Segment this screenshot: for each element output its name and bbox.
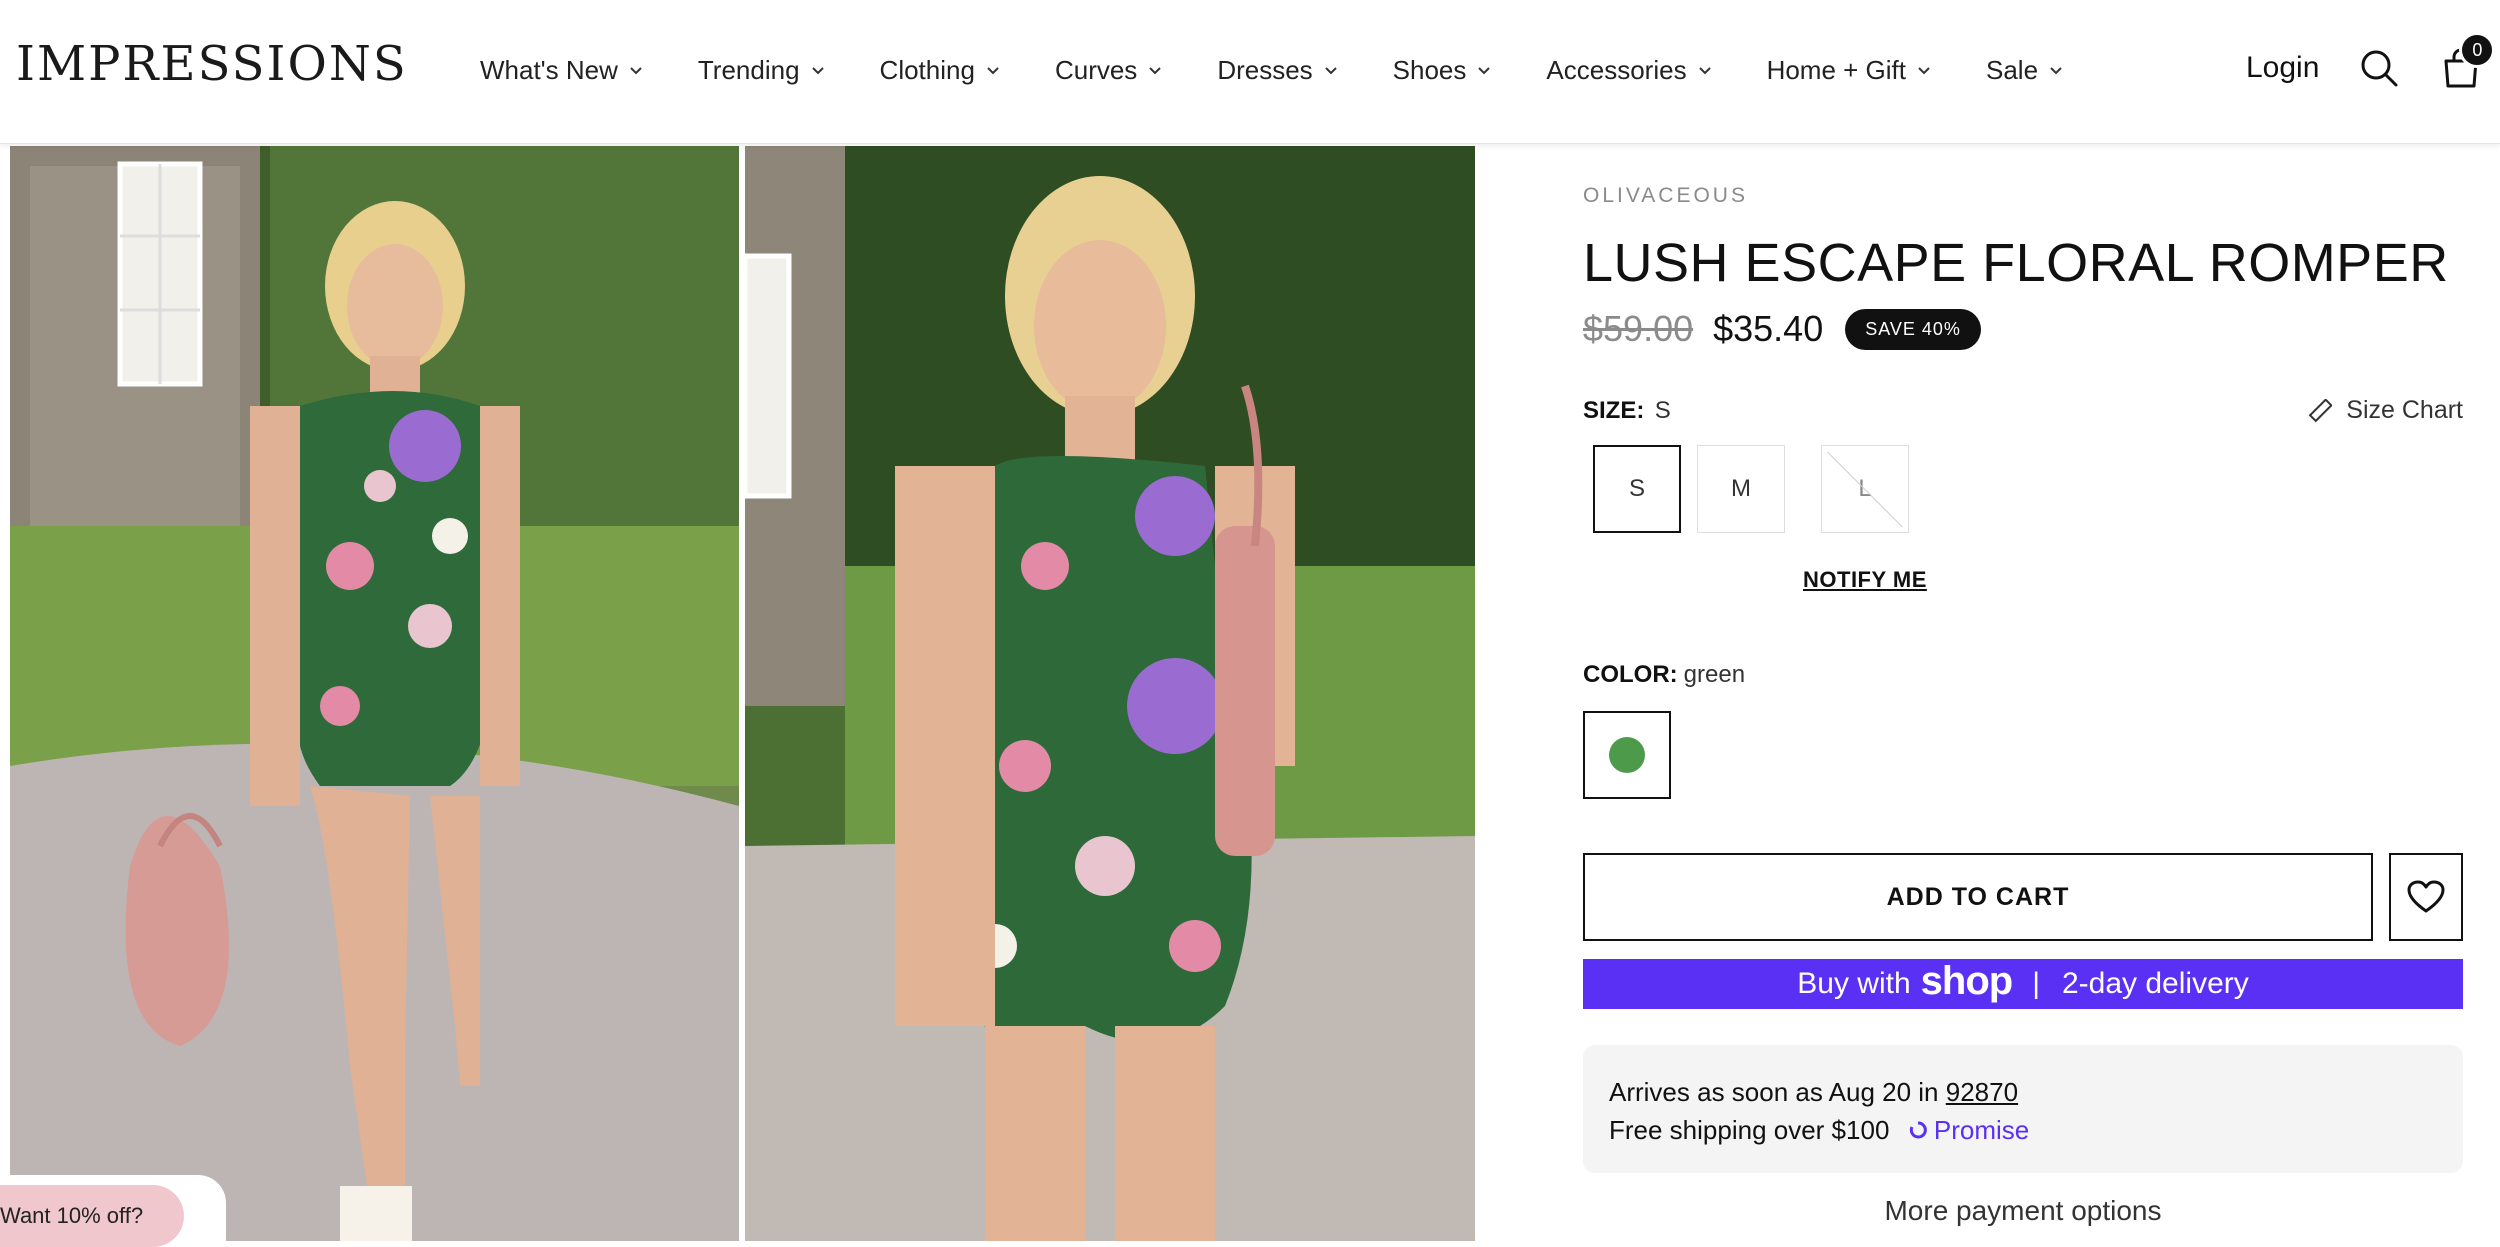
- free-shipping-text: Free shipping over $100: [1609, 1115, 1890, 1145]
- arrival-line: Arrives as soon as Aug 20 in 92870: [1609, 1073, 2437, 1111]
- nav-item-home-gift[interactable]: Home + Gift: [1767, 55, 1932, 86]
- main-nav: What's New Trending Clothing Curves Dres…: [480, 50, 2064, 90]
- cart-count-badge: 0: [2459, 32, 2496, 68]
- discount-promo-button[interactable]: Want 10% off?: [0, 1185, 184, 1247]
- nav-item-label: Dresses: [1217, 54, 1313, 85]
- color-header: COLOR: green: [1583, 661, 2463, 689]
- size-header: SIZE: S Size Chart: [1583, 396, 2463, 425]
- nav-item-sale[interactable]: Sale: [1986, 55, 2064, 86]
- ruler-icon: [2308, 398, 2333, 422]
- chevron-down-icon: [2050, 67, 2062, 75]
- product-title: LUSH ESCAPE FLORAL ROMPER: [1583, 233, 2449, 293]
- nav-item-label: What's New: [480, 54, 618, 85]
- product-image-2[interactable]: [745, 146, 1475, 1241]
- shop-pay-prefix: Buy with: [1797, 967, 1911, 1000]
- site-logo[interactable]: IMPRESSIONS: [16, 36, 408, 92]
- more-payment-options-link[interactable]: More payment options: [1583, 1195, 2463, 1227]
- discount-promo-tab: Want 10% off?: [0, 1175, 226, 1247]
- nav-item-dresses[interactable]: Dresses: [1217, 55, 1338, 86]
- nav-item-label: Curves: [1054, 54, 1138, 85]
- nav-item-shoes[interactable]: Shoes: [1393, 55, 1493, 86]
- chevron-down-icon: [811, 67, 824, 75]
- size-chart-link[interactable]: Size Chart: [2308, 396, 2463, 425]
- cart-row: ADD TO CART: [1583, 853, 2463, 941]
- arrival-text: Arrives as soon as Aug 20 in: [1609, 1077, 1939, 1107]
- selected-color-value: green: [1683, 661, 1746, 688]
- search-button[interactable]: [2355, 44, 2403, 92]
- size-option-s[interactable]: S: [1593, 445, 1681, 533]
- color-swatch-green[interactable]: [1583, 711, 1671, 799]
- login-link[interactable]: Login: [2246, 51, 2319, 85]
- wishlist-button[interactable]: [2389, 853, 2463, 941]
- chevron-down-icon: [630, 67, 642, 75]
- product-gallery: [10, 146, 1475, 1241]
- shop-pay-button[interactable]: Buy with shop | 2-day delivery: [1583, 959, 2463, 1009]
- shipping-info: Arrives as soon as Aug 20 in 92870 Free …: [1583, 1045, 2463, 1173]
- nav-item-label: Accessories: [1546, 54, 1687, 85]
- size-option-m[interactable]: M: [1697, 445, 1785, 533]
- promise-icon: [1909, 1121, 1927, 1139]
- promise-label: Promise: [1933, 1115, 2030, 1145]
- chevron-down-icon: [1324, 67, 1337, 75]
- search-icon: [2361, 50, 2398, 87]
- discount-promo-label: Want 10% off?: [0, 1203, 144, 1228]
- notify-me-link[interactable]: NOTIFY ME: [1803, 567, 2463, 593]
- add-to-cart-button[interactable]: ADD TO CART: [1583, 853, 2373, 941]
- chevron-down-icon: [1149, 67, 1162, 75]
- product-brand[interactable]: OLIVACEOUS: [1583, 184, 2463, 208]
- sale-price: $35.40: [1713, 308, 1824, 349]
- zip-code-link[interactable]: 92870: [1946, 1077, 2018, 1107]
- chevron-down-icon: [1698, 67, 1711, 75]
- save-badge: SAVE 40%: [1845, 308, 1981, 350]
- shop-promise-link[interactable]: Promise: [1909, 1115, 2030, 1145]
- size-options: S M L: [1593, 445, 2463, 533]
- nav-item-trending[interactable]: Trending: [698, 55, 826, 86]
- color-swatch-dot: [1609, 737, 1645, 773]
- nav-item-label: Sale: [1986, 54, 2039, 85]
- size-chart-label: Size Chart: [2346, 396, 2463, 424]
- nav-item-label: Home + Gift: [1766, 54, 1906, 85]
- product-info: OLIVACEOUS LUSH ESCAPE FLORAL ROMPER $59…: [1583, 146, 2463, 1227]
- shop-pay-suffix: 2-day delivery: [2061, 967, 2249, 1000]
- shop-pay-logo: shop: [1920, 958, 2014, 1003]
- original-price: $59.00: [1583, 308, 1694, 349]
- nav-item-whats-new[interactable]: What's New: [480, 55, 644, 86]
- selected-size-value: S: [1654, 396, 1671, 424]
- nav-item-clothing[interactable]: Clothing: [880, 55, 1001, 86]
- nav-item-accessories[interactable]: Accessories: [1546, 55, 1712, 86]
- chevron-down-icon: [987, 67, 999, 75]
- site-header: IMPRESSIONS What's New Trending Clothing…: [0, 0, 2500, 144]
- product-photo-front: [10, 146, 739, 1241]
- product-photo-closeup: [745, 146, 1475, 1241]
- nav-item-label: Trending: [697, 54, 800, 85]
- color-label: COLOR:: [1583, 661, 1678, 688]
- size-label: SIZE:: [1583, 396, 1645, 424]
- nav-item-label: Shoes: [1392, 54, 1467, 85]
- shop-pay-separator: |: [2032, 967, 2040, 1000]
- price-row: $59.00 $35.40 SAVE 40%: [1583, 308, 2463, 350]
- cart-button[interactable]: 0: [2437, 32, 2496, 92]
- chevron-down-icon: [1918, 67, 1930, 75]
- header-actions: Login 0: [2246, 32, 2496, 92]
- chevron-down-icon: [1478, 67, 1491, 75]
- heart-icon: [2407, 880, 2445, 913]
- nav-item-label: Clothing: [879, 54, 975, 85]
- product-image-1[interactable]: [10, 146, 739, 1241]
- size-option-l[interactable]: L: [1821, 445, 1909, 533]
- nav-item-curves[interactable]: Curves: [1055, 55, 1163, 86]
- free-shipping-line: Free shipping over $100 Promise: [1609, 1111, 2437, 1149]
